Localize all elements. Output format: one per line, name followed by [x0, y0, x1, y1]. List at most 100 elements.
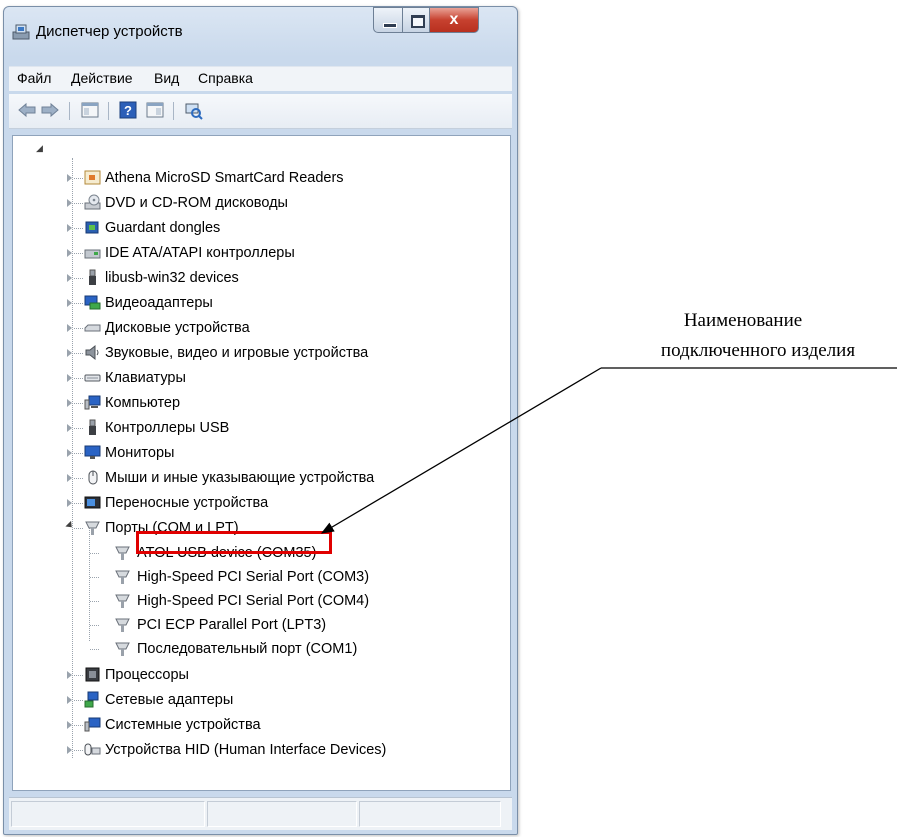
annotation-line1: Наименование: [683, 310, 803, 331]
close-button[interactable]: x: [429, 7, 479, 33]
tree-node-athena[interactable]: Athena MicroSD SmartCard Readers: [13, 167, 503, 189]
tree-label: Сетевые адаптеры: [105, 692, 234, 708]
port-icon: [115, 546, 130, 560]
tree-node-disk[interactable]: Дисковые устройства: [13, 317, 503, 339]
menu-file[interactable]: Файл: [13, 67, 55, 89]
window-title: Диспетчер устройств: [36, 23, 183, 40]
expand-icon[interactable]: [67, 349, 72, 357]
help-icon[interactable]: ?: [118, 100, 138, 120]
expand-icon[interactable]: [67, 424, 72, 432]
minimize-button[interactable]: [373, 7, 403, 33]
expand-icon[interactable]: [67, 249, 72, 257]
tree-node-dvd[interactable]: DVD и CD-ROM дисководы: [13, 192, 503, 214]
dongle-icon: [85, 221, 99, 234]
status-cell: [207, 801, 357, 827]
expand-icon[interactable]: [67, 324, 72, 332]
smartcard-reader-icon: [84, 170, 101, 185]
tree-connector: [74, 278, 83, 279]
tree-node-computer[interactable]: Компьютер: [13, 392, 503, 414]
expand-icon[interactable]: [67, 299, 72, 307]
tree-node-guardant[interactable]: Guardant dongles: [13, 217, 503, 239]
tree-node-hid[interactable]: Устройства HID (Human Interface Devices): [13, 739, 503, 761]
root-expander-icon[interactable]: ◢: [36, 143, 43, 154]
expand-icon[interactable]: [67, 449, 72, 457]
expand-icon[interactable]: [67, 374, 72, 382]
menu-help[interactable]: Справка: [194, 67, 257, 89]
expand-icon[interactable]: [67, 696, 72, 704]
tree-connector: [74, 503, 83, 504]
expand-icon[interactable]: [67, 721, 72, 729]
tree-node-libusb[interactable]: libusb-win32 devices: [13, 267, 503, 289]
tree-connector: [74, 478, 83, 479]
console-tree-icon[interactable]: [80, 100, 100, 120]
maximize-button[interactable]: [402, 7, 430, 33]
expand-icon[interactable]: [67, 746, 72, 754]
tree-connector: [90, 577, 99, 578]
close-icon: x: [449, 11, 459, 28]
status-cell: [359, 801, 501, 827]
back-icon[interactable]: [17, 100, 37, 120]
disk-drive-icon: [84, 324, 101, 332]
tree-connector: [74, 228, 83, 229]
expand-icon[interactable]: [67, 499, 72, 507]
port-icon: [115, 594, 130, 608]
tree-connector: [74, 403, 83, 404]
tree-node-pci-serial-com4[interactable]: High-Speed PCI Serial Port (COM4): [13, 590, 503, 612]
tree-label: Дисковые устройства: [105, 320, 250, 336]
device-tree[interactable]: ◢ Athena MicroSD SmartCard Readers DVD и…: [12, 135, 511, 791]
tree-label: Видеоадаптеры: [105, 295, 213, 311]
tree-node-ide[interactable]: IDE ATA/ATAPI контроллеры: [13, 242, 503, 264]
expand-icon[interactable]: [67, 174, 72, 182]
tree-node-video[interactable]: Видеоадаптеры: [13, 292, 503, 314]
monitor-icon: [84, 445, 101, 459]
tree-node-mice[interactable]: Мыши и иные указывающие устройства: [13, 467, 503, 489]
tree-node-usb-controllers[interactable]: Контроллеры USB: [13, 417, 503, 439]
tree-label: Мониторы: [105, 445, 175, 461]
keyboard-icon: [84, 374, 101, 382]
tree-node-portable[interactable]: Переносные устройства: [13, 492, 503, 514]
menu-action[interactable]: Действие: [67, 67, 137, 89]
usb-plug-icon: [89, 269, 96, 285]
tree-connector: [74, 428, 83, 429]
tree-label: Процессоры: [105, 667, 189, 683]
svg-text:?: ?: [124, 103, 132, 118]
expand-icon[interactable]: [67, 274, 72, 282]
expand-icon[interactable]: [67, 399, 72, 407]
status-bar: [9, 797, 512, 830]
tree-node-network[interactable]: Сетевые адаптеры: [13, 689, 503, 711]
forward-icon[interactable]: [40, 100, 60, 120]
port-icon: [85, 521, 100, 535]
expand-icon[interactable]: [67, 199, 72, 207]
tree-node-monitors[interactable]: Мониторы: [13, 442, 503, 464]
tree-label: High-Speed PCI Serial Port (COM4): [137, 593, 370, 609]
annotation-line2: подключенного изделия: [660, 340, 856, 361]
system-device-icon: [84, 717, 101, 732]
tree-connector: [90, 553, 99, 554]
tree-node-system[interactable]: Системные устройства: [13, 714, 503, 736]
menu-view[interactable]: Вид: [150, 67, 183, 89]
tree-label: Устройства HID (Human Interface Devices): [105, 742, 387, 758]
tree-node-pci-ecp-lpt3[interactable]: PCI ECP Parallel Port (LPT3): [13, 614, 503, 636]
expand-icon[interactable]: [67, 671, 72, 679]
tree-node-keyboard[interactable]: Клавиатуры: [13, 367, 503, 389]
tree-connector: [74, 725, 83, 726]
tree-connector: [74, 353, 83, 354]
usb-controller-icon: [89, 419, 96, 435]
processor-icon: [85, 667, 100, 682]
properties-icon[interactable]: [145, 100, 165, 120]
network-adapter-icon: [84, 691, 99, 708]
tree-node-sound[interactable]: Звуковые, видео и игровые устройства: [13, 342, 503, 364]
tree-connector: [74, 528, 83, 529]
tree-label: Последовательный порт (COM1): [137, 641, 358, 657]
tree-node-com1[interactable]: Последовательный порт (COM1): [13, 638, 503, 660]
tree-connector: [74, 675, 83, 676]
expand-icon[interactable]: [67, 224, 72, 232]
tree-connector: [90, 601, 99, 602]
tree-node-processors[interactable]: Процессоры: [13, 664, 503, 686]
title-bar[interactable]: Диспетчер устройств x: [4, 7, 517, 45]
highlight-box: [136, 531, 332, 554]
tree-node-pci-serial-com3[interactable]: High-Speed PCI Serial Port (COM3): [13, 566, 503, 588]
scan-hardware-icon[interactable]: [183, 100, 203, 120]
expand-icon[interactable]: [67, 474, 72, 482]
tree-connector: [74, 178, 83, 179]
